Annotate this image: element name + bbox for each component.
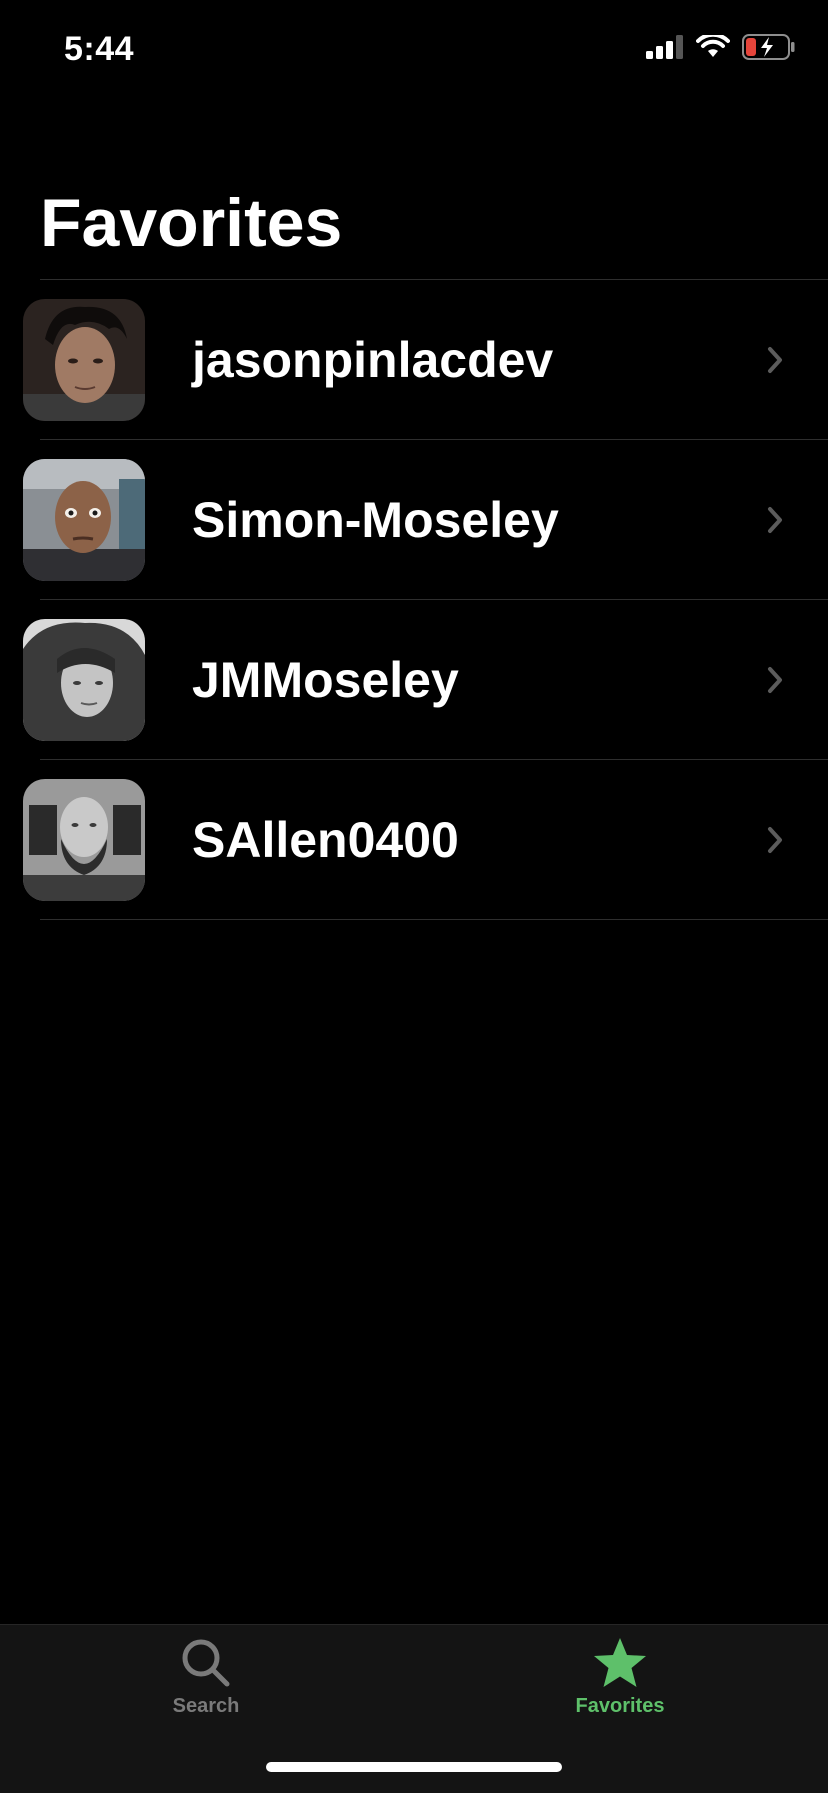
list-item[interactable]: SAllen0400 <box>0 760 828 920</box>
list-item[interactable]: Simon-Moseley <box>0 440 828 600</box>
chevron-right-icon <box>768 347 782 373</box>
home-indicator <box>266 1762 562 1772</box>
avatar <box>23 459 145 581</box>
username-label: Simon-Moseley <box>192 492 559 548</box>
chevron-right-icon <box>768 827 782 853</box>
list-item[interactable]: JMMoseley <box>0 600 828 760</box>
wifi-icon <box>696 35 730 57</box>
chevron-right-icon <box>768 667 782 693</box>
status-time: 5:44 <box>64 30 135 68</box>
username-label: jasonpinlacdev <box>192 332 554 388</box>
page-title: Favorites <box>40 185 343 261</box>
avatar <box>23 779 145 901</box>
signal-icon <box>646 35 683 59</box>
avatar <box>23 619 145 741</box>
tab-label: Search <box>172 1695 240 1717</box>
status-bar: 5:44 <box>0 0 828 100</box>
username-label: SAllen0400 <box>192 812 459 868</box>
favorites-list: jasonpinlacdev Simon-Moseley JMMoseley S… <box>0 280 828 920</box>
tab-label: Favorites <box>575 1695 665 1717</box>
chevron-right-icon <box>768 507 782 533</box>
tab-favorites[interactable]: Favorites <box>520 1637 720 1718</box>
avatar <box>23 299 145 421</box>
battery-charging-icon <box>742 34 795 60</box>
star-icon <box>594 1638 646 1687</box>
tab-search[interactable]: Search <box>106 1637 306 1718</box>
search-icon <box>182 1639 230 1687</box>
status-icons <box>646 34 796 60</box>
username-label: JMMoseley <box>192 652 459 708</box>
list-item[interactable]: jasonpinlacdev <box>0 280 828 440</box>
